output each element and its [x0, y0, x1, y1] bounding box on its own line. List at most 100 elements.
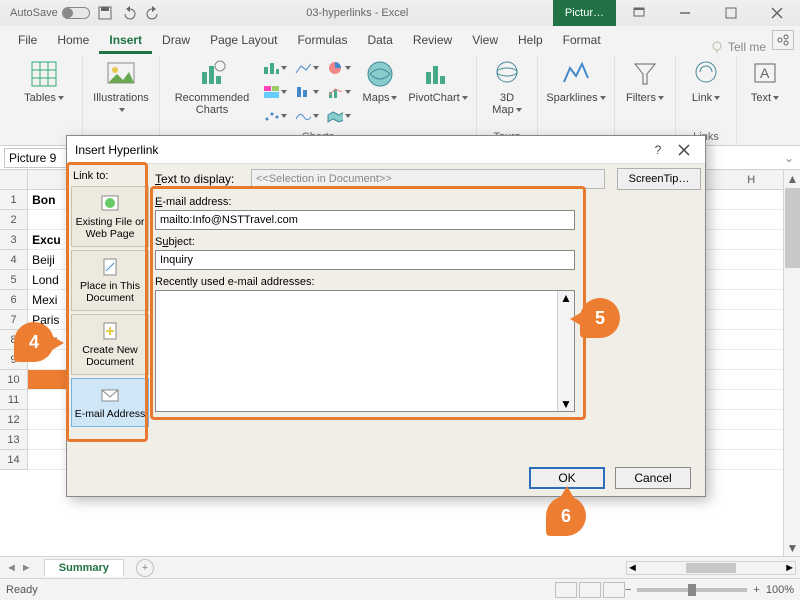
- zoom-in-button[interactable]: +: [753, 584, 759, 596]
- link-to-panel: Link to: Existing File or Web Page Place…: [67, 164, 153, 460]
- dialog-close-button[interactable]: [671, 139, 697, 161]
- cancel-button[interactable]: Cancel: [615, 467, 691, 489]
- redo-icon[interactable]: [144, 4, 162, 22]
- help-button[interactable]: ?: [645, 139, 671, 161]
- minimize-button[interactable]: [662, 0, 708, 26]
- recommended-charts-button[interactable]: Recommended Charts: [168, 58, 256, 116]
- scatter-chart-icon[interactable]: [262, 106, 288, 126]
- recently-used-listbox[interactable]: ▲▼: [155, 290, 575, 412]
- group-tables: Tables: [6, 56, 83, 145]
- chart-gallery: [262, 58, 288, 126]
- pivotchart-button[interactable]: PivotChart: [408, 58, 468, 104]
- group-links: Link Links: [676, 56, 737, 145]
- sheet-next-icon[interactable]: ►: [21, 562, 32, 574]
- row-header[interactable]: 6: [0, 290, 28, 310]
- scroll-right-icon[interactable]: ►: [784, 562, 795, 574]
- tab-draw[interactable]: Draw: [152, 26, 200, 54]
- text-to-display-label: Text to display:: [155, 172, 245, 186]
- zoom-level[interactable]: 100%: [766, 584, 794, 596]
- web-page-icon: [100, 193, 120, 213]
- line-chart-icon[interactable]: [294, 58, 320, 78]
- row-header[interactable]: 14: [0, 450, 28, 470]
- scroll-up-icon[interactable]: ▲: [784, 170, 800, 187]
- link-place-in-document-option[interactable]: Place in This Document: [71, 250, 149, 311]
- ribbon-display-options-icon[interactable]: [616, 0, 662, 26]
- tables-label: Tables: [24, 92, 56, 104]
- link-icon: [690, 58, 722, 90]
- normal-view-icon[interactable]: [555, 582, 577, 598]
- formula-bar-expand-icon[interactable]: ⌄: [784, 151, 800, 165]
- undo-icon[interactable]: [120, 4, 138, 22]
- row-header[interactable]: 5: [0, 270, 28, 290]
- add-sheet-button[interactable]: +: [136, 559, 154, 577]
- share-button[interactable]: [772, 30, 794, 50]
- illustrations-label: Illustrations: [93, 92, 149, 104]
- row-header[interactable]: 3: [0, 230, 28, 250]
- screentip-button[interactable]: ScreenTip…: [617, 168, 701, 190]
- tab-format[interactable]: Format: [553, 26, 611, 54]
- tab-help[interactable]: Help: [508, 26, 553, 54]
- tell-me-search[interactable]: Tell me: [710, 40, 772, 54]
- row-header[interactable]: 13: [0, 430, 28, 450]
- scroll-left-icon[interactable]: ◄: [627, 562, 638, 574]
- illustrations-button[interactable]: Illustrations: [91, 58, 151, 116]
- tab-review[interactable]: Review: [403, 26, 462, 54]
- autosave-toggle[interactable]: AutoSave: [10, 7, 90, 19]
- hierarchy-chart-icon[interactable]: [262, 82, 288, 102]
- surface-chart-icon[interactable]: [294, 106, 320, 126]
- tell-me-label: Tell me: [728, 40, 766, 54]
- bar-chart-icon[interactable]: [262, 58, 288, 78]
- link-existing-file-option[interactable]: Existing File or Web Page: [71, 186, 149, 247]
- email-address-input[interactable]: [155, 210, 575, 230]
- link-button[interactable]: Link: [684, 58, 728, 104]
- tab-view[interactable]: View: [462, 26, 508, 54]
- tab-page-layout[interactable]: Page Layout: [200, 26, 287, 54]
- sparklines-button[interactable]: Sparklines: [546, 58, 606, 104]
- listbox-scrollbar[interactable]: ▲▼: [557, 291, 574, 411]
- zoom-slider[interactable]: [637, 588, 747, 592]
- 3d-map-button[interactable]: 3D Map: [485, 58, 529, 116]
- contextual-tab-label[interactable]: Pictur…: [553, 0, 616, 26]
- maps-button[interactable]: Maps: [358, 58, 402, 104]
- page-break-view-icon[interactable]: [603, 582, 625, 598]
- scroll-thumb[interactable]: [785, 188, 800, 268]
- window-title: 03-hyperlinks - Excel: [162, 7, 553, 19]
- sheet-nav[interactable]: ◄►: [6, 562, 32, 574]
- maximize-button[interactable]: [708, 0, 754, 26]
- text-button[interactable]: A Text: [745, 58, 785, 104]
- page-layout-view-icon[interactable]: [579, 582, 601, 598]
- row-header[interactable]: 1: [0, 190, 28, 210]
- row-header[interactable]: 11: [0, 390, 28, 410]
- zoom-out-button[interactable]: −: [625, 584, 631, 596]
- pie-chart-icon[interactable]: [326, 58, 352, 78]
- link-email-option[interactable]: E-mail Address: [71, 378, 149, 427]
- row-header[interactable]: 10: [0, 370, 28, 390]
- dialog-title-bar[interactable]: Insert Hyperlink ?: [67, 136, 705, 164]
- map-chart-icon[interactable]: [326, 106, 352, 126]
- save-icon[interactable]: [96, 4, 114, 22]
- vertical-scrollbar[interactable]: ▲ ▼: [783, 170, 800, 556]
- tab-home[interactable]: Home: [47, 26, 99, 54]
- tab-data[interactable]: Data: [357, 26, 402, 54]
- filters-button[interactable]: Filters: [623, 58, 667, 104]
- sheet-tab-summary[interactable]: Summary: [44, 559, 124, 577]
- sheet-prev-icon[interactable]: ◄: [6, 562, 17, 574]
- combo-chart-icon[interactable]: [326, 82, 352, 102]
- subject-input[interactable]: [155, 250, 575, 270]
- title-bar: AutoSave 03-hyperlinks - Excel Pictur…: [0, 0, 800, 26]
- tab-file[interactable]: File: [8, 26, 47, 54]
- group-tours: 3D Map Tours: [477, 56, 538, 145]
- horizontal-scrollbar[interactable]: ◄►: [626, 561, 796, 575]
- statistic-chart-icon[interactable]: [294, 82, 320, 102]
- row-header[interactable]: 12: [0, 410, 28, 430]
- tab-formulas[interactable]: Formulas: [287, 26, 357, 54]
- select-all-corner[interactable]: [0, 170, 28, 189]
- tables-button[interactable]: Tables: [14, 58, 74, 104]
- tab-insert[interactable]: Insert: [99, 26, 152, 54]
- scroll-down-icon[interactable]: ▼: [784, 539, 800, 556]
- link-create-new-option[interactable]: Create New Document: [71, 314, 149, 375]
- close-button[interactable]: [754, 0, 800, 26]
- row-header[interactable]: 2: [0, 210, 28, 230]
- dialog-footer: OK Cancel: [67, 460, 705, 496]
- row-header[interactable]: 4: [0, 250, 28, 270]
